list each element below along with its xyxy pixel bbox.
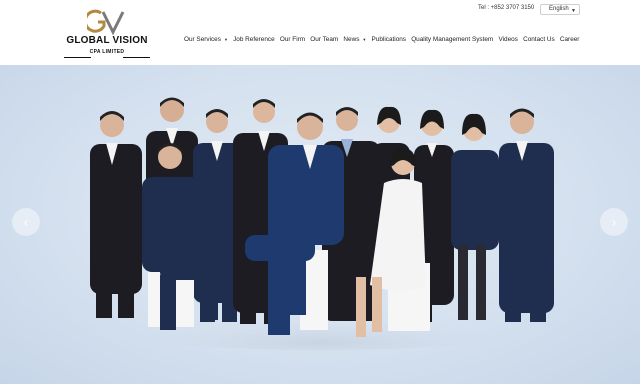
phone-number[interactable]: Tel : +852 3707 3150 [478, 5, 534, 11]
nav-our-services[interactable]: Our Services ▼ [184, 36, 228, 43]
nav-label: Publications [371, 35, 407, 43]
chevron-left-icon: ‹ [24, 215, 28, 229]
slider-next-button[interactable]: › [600, 208, 628, 236]
site-header: GLOBAL VISION CPA LIMITED Tel : +852 370… [0, 0, 640, 65]
main-nav: Our Services ▼ Job Reference Our Firm Ou… [184, 34, 585, 44]
nav-label: News [343, 35, 360, 43]
language-selected: English [549, 6, 569, 12]
nav-career[interactable]: Career [560, 36, 580, 43]
nav-quality-management-system[interactable]: Quality Management System [411, 36, 493, 43]
nav-our-team[interactable]: Our Team [310, 36, 338, 43]
team-group-photo [60, 97, 580, 350]
nav-news[interactable]: News ▼ [343, 36, 366, 43]
gv-logo-mark-icon [87, 9, 125, 35]
nav-our-firm[interactable]: Our Firm [280, 36, 305, 43]
nav-label: Quality Management System [411, 35, 494, 43]
nav-label: Our Firm [279, 35, 306, 43]
nav-publications[interactable]: Publications [372, 36, 406, 43]
nav-label: Job Reference [233, 35, 275, 43]
person-back-9 [499, 108, 554, 322]
chevron-right-icon: › [612, 215, 616, 229]
nav-label: Our Services [184, 35, 221, 43]
logo-brand-name: GLOBAL VISION [66, 35, 148, 46]
chevron-down-icon: ▼ [362, 36, 367, 42]
nav-videos[interactable]: Videos [498, 36, 517, 43]
chevron-down-icon: ▼ [571, 8, 576, 14]
nav-label: Contact Us [523, 35, 555, 43]
nav-contact-us[interactable]: Contact Us [523, 36, 555, 43]
global-vision-logo[interactable]: GLOBAL VISION CPA LIMITED [62, 9, 152, 59]
nav-job-reference[interactable]: Job Reference [233, 36, 275, 43]
logo-subtitle: CPA LIMITED [89, 49, 125, 55]
logo-divider-right [123, 57, 150, 58]
chevron-down-icon: ▼ [223, 36, 228, 42]
nav-label: Videos [498, 35, 518, 43]
person-back-1 [90, 111, 142, 318]
logo-divider-left [64, 57, 91, 58]
slider-prev-button[interactable]: ‹ [12, 208, 40, 236]
hero-slider: ‹ › [0, 65, 640, 384]
nav-label: Career [559, 35, 580, 43]
person-back-8 [451, 113, 499, 320]
language-select[interactable]: English ▼ [540, 4, 580, 15]
nav-label: Our Team [310, 35, 339, 43]
